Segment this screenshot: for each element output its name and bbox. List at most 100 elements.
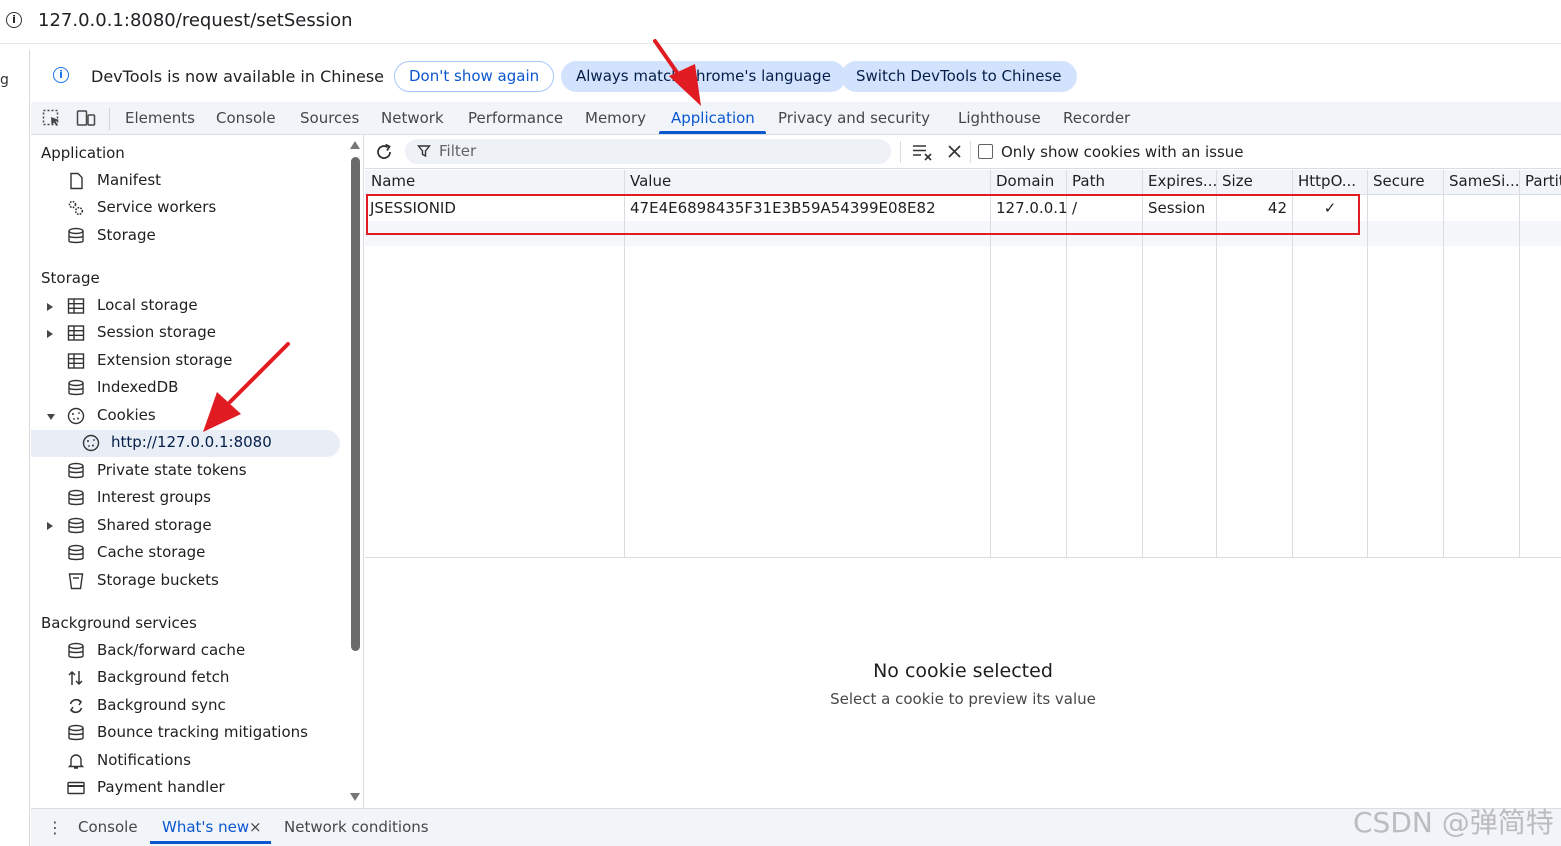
sidebar-item-storage-overview[interactable]: Storage <box>67 223 347 250</box>
column-header-domain[interactable]: Domain <box>996 172 1054 190</box>
gears-icon <box>68 200 84 216</box>
sidebar-item-manifest[interactable]: Manifest <box>67 168 347 195</box>
sidebar-item-label: Bounce tracking mitigations <box>97 723 308 741</box>
sidebar-item-cache-storage[interactable]: Cache storage <box>67 540 347 567</box>
column-divider <box>1519 170 1520 557</box>
sidebar-item-payment-handler[interactable]: Payment handler <box>67 775 347 802</box>
sidebar-item-session-storage[interactable]: Session storage <box>67 320 347 347</box>
table-icon <box>67 325 85 341</box>
column-header-partition[interactable]: Partit <box>1525 172 1561 190</box>
tab-application[interactable]: Application <box>671 109 755 127</box>
scrollbar-thumb[interactable] <box>351 157 360 651</box>
expand-local-storage-icon[interactable] <box>47 303 53 311</box>
left-page-edge: g <box>0 50 30 846</box>
document-icon <box>70 172 83 190</box>
drawer-tab-console[interactable]: Console <box>78 818 138 836</box>
tab-memory[interactable]: Memory <box>585 109 646 127</box>
sidebar-item-private-state-tokens[interactable]: Private state tokens <box>67 458 347 485</box>
sidebar-item-label: Manifest <box>97 171 162 189</box>
database-icon <box>68 544 84 561</box>
sidebar-item-label: Shared storage <box>97 516 212 534</box>
scroll-up-icon[interactable] <box>350 141 360 149</box>
sidebar-item-bounce-tracking[interactable]: Bounce tracking mitigations <box>67 720 347 747</box>
sidebar-item-label: Cookies <box>97 406 156 424</box>
highlight-annotation-box <box>366 194 1360 235</box>
devtools-drawer-tabs: ⋮ Console What's new × Network condition… <box>31 808 1561 846</box>
sidebar-item-label: http://127.0.0.1:8080 <box>111 433 272 451</box>
sidebar-item-background-sync[interactable]: Background sync <box>67 693 347 720</box>
tab-privacy-security[interactable]: Privacy and security <box>778 109 930 127</box>
expand-session-storage-icon[interactable] <box>47 330 53 338</box>
column-header-path[interactable]: Path <box>1072 172 1105 190</box>
dont-show-again-button[interactable]: Don't show again <box>394 61 555 92</box>
column-header-secure[interactable]: Secure <box>1373 172 1425 190</box>
database-icon <box>68 517 84 534</box>
reload-icon[interactable] <box>374 142 394 162</box>
sidebar-item-local-storage[interactable]: Local storage <box>67 293 347 320</box>
column-header-httponly[interactable]: HttpO... <box>1298 172 1356 190</box>
tab-performance[interactable]: Performance <box>468 109 563 127</box>
sidebar-scrollbar[interactable] <box>349 135 363 808</box>
sidebar-item-label: Cache storage <box>97 543 206 561</box>
sidebar-item-cookies[interactable]: Cookies <box>67 403 347 430</box>
tab-elements[interactable]: Elements <box>125 109 195 127</box>
sidebar-item-shared-storage[interactable]: Shared storage <box>67 513 347 540</box>
close-icon[interactable] <box>947 144 962 159</box>
only-issue-label: Only show cookies with an issue <box>1001 143 1244 161</box>
cookie-preview-pane: No cookie selected Select a cookie to pr… <box>365 559 1561 808</box>
sidebar-item-notifications[interactable]: Notifications <box>67 748 347 775</box>
up-down-arrows-icon <box>68 670 83 686</box>
address-bar: i 127.0.0.1:8080/request/setSession <box>0 0 1561 44</box>
sidebar-item-label: Payment handler <box>97 778 225 796</box>
switch-devtools-chinese-button[interactable]: Switch DevTools to Chinese <box>841 61 1077 92</box>
sidebar-item-background-fetch[interactable]: Background fetch <box>67 665 347 692</box>
site-info-icon[interactable]: i <box>6 12 22 28</box>
scroll-down-icon[interactable] <box>350 793 360 801</box>
close-icon[interactable]: × <box>249 818 262 836</box>
language-infobar: i DevTools is now available in Chinese D… <box>31 50 1561 102</box>
device-toolbar-icon[interactable] <box>76 109 96 127</box>
tab-network[interactable]: Network <box>381 109 444 127</box>
filter-icon <box>417 145 431 158</box>
database-icon <box>68 379 84 396</box>
sidebar-item-extension-storage[interactable]: Extension storage <box>67 348 347 375</box>
collapse-cookies-icon[interactable] <box>47 414 55 420</box>
column-divider <box>1443 170 1444 557</box>
only-issue-checkbox[interactable] <box>978 144 993 159</box>
sidebar-item-label: Storage buckets <box>97 571 219 589</box>
column-header-size[interactable]: Size <box>1222 172 1253 190</box>
expand-shared-storage-icon[interactable] <box>47 522 53 530</box>
column-header-value[interactable]: Value <box>630 172 671 190</box>
preview-empty-subtitle: Select a cookie to preview its value <box>830 690 1096 708</box>
column-header-expires[interactable]: Expires... <box>1148 172 1217 190</box>
sidebar-item-interest-groups[interactable]: Interest groups <box>67 485 347 512</box>
inspect-element-icon[interactable] <box>42 109 62 127</box>
watermark-text: CSDN @弹简特 <box>1353 806 1554 839</box>
column-header-samesite[interactable]: SameSi... <box>1449 172 1520 190</box>
sidebar-item-cookie-origin[interactable]: http://127.0.0.1:8080 <box>31 430 340 457</box>
sidebar-item-label: IndexedDB <box>97 378 179 396</box>
database-icon <box>68 227 84 244</box>
more-options-icon[interactable]: ⋮ <box>47 818 63 837</box>
drawer-tab-network-conditions[interactable]: Network conditions <box>284 818 429 836</box>
tab-recorder[interactable]: Recorder <box>1063 109 1130 127</box>
drawer-tab-whats-new[interactable]: What's new <box>162 818 249 836</box>
bell-icon <box>67 754 85 769</box>
column-header-name[interactable]: Name <box>371 172 415 190</box>
tab-sources[interactable]: Sources <box>300 109 359 127</box>
cookie-icon <box>67 407 85 425</box>
sidebar-item-service-workers[interactable]: Service workers <box>67 195 347 222</box>
tab-console[interactable]: Console <box>216 109 276 127</box>
tab-lighthouse[interactable]: Lighthouse <box>958 109 1041 127</box>
sidebar-item-storage-buckets[interactable]: Storage buckets <box>67 568 347 595</box>
sidebar-item-label: Extension storage <box>97 351 233 369</box>
filter-input[interactable]: Filter <box>405 139 891 164</box>
cookie-table: Name Value Domain Path Expires... Size H… <box>365 170 1561 558</box>
always-match-language-button[interactable]: Always match Chrome's language <box>561 61 846 92</box>
clear-all-icon[interactable] <box>912 143 934 161</box>
sidebar-item-back-forward-cache[interactable]: Back/forward cache <box>67 638 347 665</box>
url-text[interactable]: 127.0.0.1:8080/request/setSession <box>38 10 353 31</box>
sidebar-item-indexeddb[interactable]: IndexedDB <box>67 375 347 402</box>
infobar-message: DevTools is now available in Chinese <box>91 67 384 86</box>
toolbar-divider <box>900 141 901 163</box>
